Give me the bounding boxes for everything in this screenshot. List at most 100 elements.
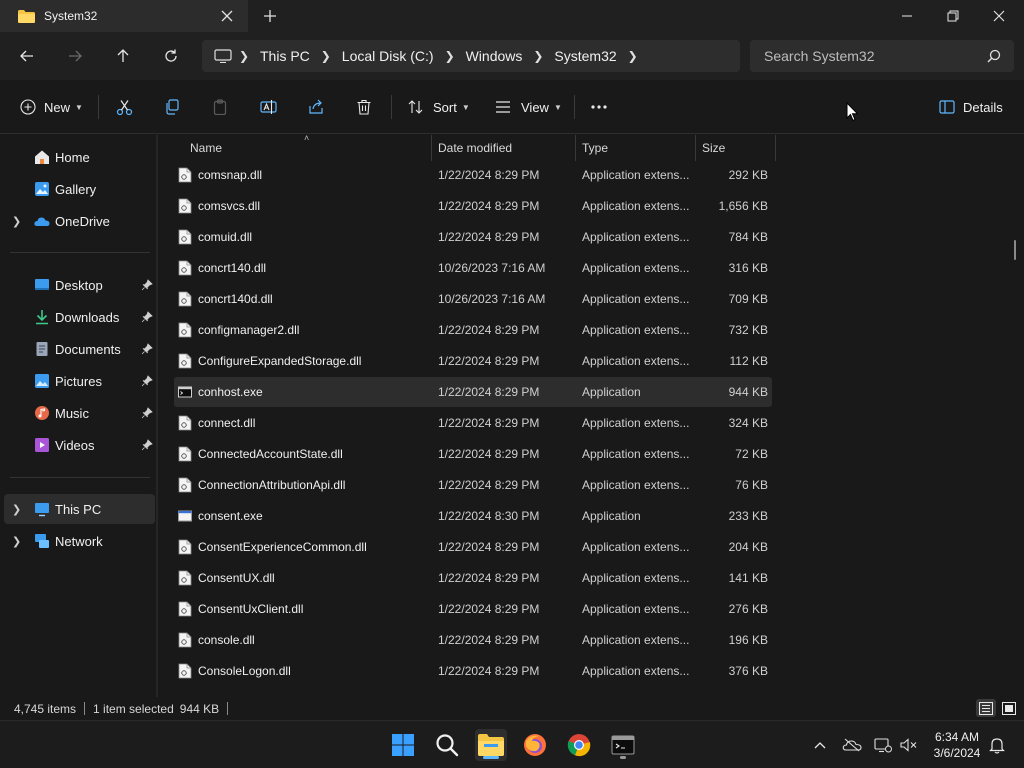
file-row[interactable]: connect.dll 1/22/2024 8:29 PM Application … <box>174 408 772 438</box>
file-row[interactable]: concrt140.dll 10/26/2023 7:16 AM Applicati… <box>174 253 772 283</box>
pin-icon[interactable] <box>141 343 153 355</box>
file-type: Application extens... <box>582 447 690 461</box>
paste-button[interactable] <box>212 94 228 120</box>
sidebar-item-this-pc[interactable]: ❯ This PC <box>4 494 155 524</box>
new-tab-icon[interactable] <box>262 8 278 24</box>
restore-button[interactable] <box>930 0 976 32</box>
sidebar-item-documents[interactable]: Documents <box>0 334 156 364</box>
tiles-view-button[interactable] <box>999 699 1019 717</box>
breadcrumb-this-pc[interactable]: This PC <box>256 48 314 64</box>
breadcrumb-local-disk[interactable]: Local Disk (C:) <box>338 48 438 64</box>
column-type[interactable]: Type <box>576 135 696 161</box>
running-indicator <box>620 756 626 759</box>
chevron-right-icon[interactable]: ❯ <box>621 49 645 63</box>
sidebar-item-gallery[interactable]: Gallery <box>0 174 156 204</box>
up-button[interactable] <box>111 44 135 68</box>
vertical-scrollbar[interactable] <box>1014 240 1016 260</box>
share-button[interactable] <box>308 94 325 120</box>
minimize-button[interactable] <box>884 0 930 32</box>
more-options-button[interactable] <box>590 94 608 120</box>
file-explorer-taskbar-button[interactable] <box>475 729 507 761</box>
search-input[interactable] <box>764 48 974 64</box>
file-row[interactable]: comuid.dll 1/22/2024 8:29 PM Application e… <box>174 222 772 252</box>
sidebar-item-desktop[interactable]: Desktop <box>0 270 156 300</box>
column-divider[interactable] <box>775 135 776 161</box>
file-row[interactable]: ConfigureExpandedStorage.dll 1/22/2024 8:… <box>174 346 772 376</box>
cut-button[interactable] <box>116 94 133 120</box>
firefox-taskbar-button[interactable] <box>519 729 551 761</box>
pin-icon[interactable] <box>141 439 153 451</box>
onedrive-tray-button[interactable] <box>842 735 862 755</box>
file-row[interactable]: ConnectionAttributionApi.dll 1/22/2024 8:… <box>174 470 772 500</box>
sidebar-item-network[interactable]: ❯ Network <box>0 526 156 556</box>
chevron-right-icon[interactable]: ❯ <box>12 215 21 228</box>
delete-button[interactable] <box>356 94 372 120</box>
file-row[interactable]: configmanager2.dll 1/22/2024 8:29 PM Appli… <box>174 315 772 345</box>
file-list: ˄ Name Date modified Type Size comsnap.d… <box>158 135 1024 697</box>
refresh-button[interactable] <box>159 44 183 68</box>
chevron-right-icon[interactable]: ❯ <box>12 503 21 516</box>
chrome-taskbar-button[interactable] <box>563 729 595 761</box>
details-pane-icon <box>939 100 955 114</box>
sidebar-item-downloads[interactable]: Downloads <box>0 302 156 332</box>
search-taskbar-button[interactable] <box>431 729 463 761</box>
sidebar-item-music[interactable]: Music <box>0 398 156 428</box>
file-name: ConsentExperienceCommon.dll <box>198 540 367 554</box>
sidebar-item-onedrive[interactable]: ❯ OneDrive <box>0 206 156 236</box>
address-bar[interactable]: ❯ This PC ❯ Local Disk (C:) ❯ Windows ❯ … <box>202 40 740 72</box>
clock[interactable]: 6:34 AM 3/6/2024 <box>928 729 986 761</box>
chevron-right-icon[interactable]: ❯ <box>12 535 21 548</box>
forward-button[interactable] <box>63 44 87 68</box>
pin-icon[interactable] <box>141 407 153 419</box>
column-name[interactable]: Name <box>184 135 432 161</box>
file-row[interactable]: conhost.exe 1/22/2024 8:29 PM Application 9… <box>174 377 772 407</box>
details-button[interactable]: Details <box>939 94 1003 120</box>
videos-icon <box>35 438 49 452</box>
pin-icon[interactable] <box>141 279 153 291</box>
back-button[interactable] <box>15 44 39 68</box>
close-button[interactable] <box>976 0 1022 32</box>
file-row[interactable]: ConnectedAccountState.dll 1/22/2024 8:29 … <box>174 439 772 469</box>
file-row[interactable]: ConsoleLogon.dll 1/22/2024 8:29 PM Applica… <box>174 656 772 686</box>
sort-button[interactable]: Sort ▼ <box>408 94 470 120</box>
show-hidden-icons-button[interactable] <box>810 735 830 755</box>
sidebar-item-pictures[interactable]: Pictures <box>0 366 156 396</box>
file-date-modified: 1/22/2024 8:29 PM <box>438 602 540 616</box>
volume-tray-button[interactable] <box>899 735 919 755</box>
file-row[interactable]: ConsentUxClient.dll 1/22/2024 8:29 PM Appl… <box>174 594 772 624</box>
search-box[interactable] <box>750 40 1014 72</box>
sidebar-item-videos[interactable]: Videos <box>0 430 156 460</box>
breadcrumb-windows[interactable]: Windows <box>462 48 527 64</box>
sidebar-item-label: Gallery <box>55 181 97 197</box>
file-row[interactable]: ConsentExperienceCommon.dll 1/22/2024 8:2… <box>174 532 772 562</box>
file-row[interactable]: comsvcs.dll 1/22/2024 8:29 PM Application … <box>174 191 772 221</box>
pin-icon[interactable] <box>141 375 153 387</box>
sidebar-item-home[interactable]: Home <box>0 142 156 172</box>
column-date-modified[interactable]: Date modified <box>432 135 576 161</box>
file-row[interactable]: ConsentUX.dll 1/22/2024 8:29 PM Applicatio… <box>174 563 772 593</box>
details-view-button[interactable] <box>976 699 996 717</box>
chevron-right-icon[interactable]: ❯ <box>314 49 338 63</box>
column-size[interactable]: Size <box>696 135 774 161</box>
chevron-right-icon[interactable]: ❯ <box>438 49 462 63</box>
network-tray-button[interactable] <box>873 735 893 755</box>
file-row[interactable]: comsnap.dll 1/22/2024 8:29 PM Application … <box>174 160 772 190</box>
active-indicator <box>483 756 499 759</box>
file-row[interactable]: console.dll 1/22/2024 8:29 PM Application … <box>174 625 772 655</box>
breadcrumb-system32[interactable]: System32 <box>550 48 620 64</box>
view-button[interactable]: View ▼ <box>495 94 562 120</box>
chevron-right-icon[interactable]: ❯ <box>232 49 256 63</box>
search-icon[interactable] <box>987 49 1001 63</box>
notifications-button[interactable] <box>987 735 1007 755</box>
file-row[interactable]: concrt140d.dll 10/26/2023 7:16 AM Applicat… <box>174 284 772 314</box>
start-button[interactable] <box>387 729 419 761</box>
rename-button[interactable] <box>260 94 277 120</box>
pin-icon[interactable] <box>141 311 153 323</box>
tab-system32[interactable]: System32 <box>0 0 248 32</box>
chevron-right-icon[interactable]: ❯ <box>526 49 550 63</box>
new-button[interactable]: New ▼ <box>20 94 83 120</box>
close-tab-icon[interactable] <box>219 8 235 24</box>
file-row[interactable]: consent.exe 1/22/2024 8:30 PM Application 2… <box>174 501 772 531</box>
copy-button[interactable] <box>164 94 180 120</box>
terminal-taskbar-button[interactable] <box>607 729 639 761</box>
